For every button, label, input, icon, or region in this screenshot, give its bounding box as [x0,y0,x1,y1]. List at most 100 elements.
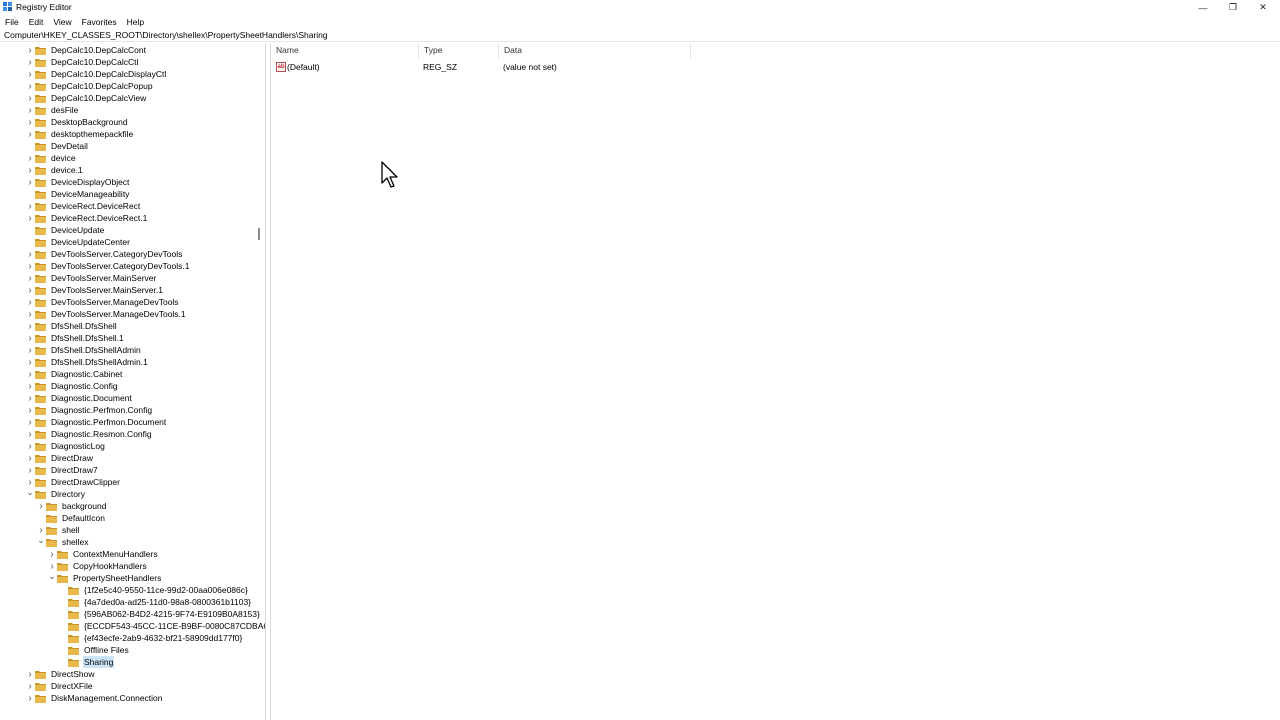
minimize-button[interactable]: — [1188,0,1218,15]
tree-item[interactable]: Sharing [58,656,115,668]
tree-item[interactable]: DevDetail [25,140,89,152]
menu-help[interactable]: Help [122,15,149,29]
column-header-data[interactable]: Data [499,43,691,58]
address-bar[interactable]: Computer\HKEY_CLASSES_ROOT\Directory\she… [0,30,1280,42]
tree-item[interactable]: › DesktopBackground [25,116,129,128]
tree-item[interactable]: › DepCalc10.DepCalcView [25,92,147,104]
chevron-down-icon[interactable]: ⌄ [36,534,46,546]
menu-view[interactable]: View [48,15,76,29]
tree-item[interactable]: › DeviceRect.DeviceRect [25,200,141,212]
chevron-right-icon[interactable]: › [25,668,35,680]
tree-item[interactable]: › ContextMenuHandlers [47,548,159,560]
chevron-right-icon[interactable]: › [25,152,35,164]
chevron-right-icon[interactable]: › [25,428,35,440]
chevron-right-icon[interactable]: › [25,332,35,344]
tree-item[interactable]: › DevToolsServer.MainServer.1 [25,284,164,296]
column-header-type[interactable]: Type [419,43,499,58]
tree-item[interactable]: › DfsShell.DfsShellAdmin.1 [25,356,149,368]
menu-edit[interactable]: Edit [24,15,49,29]
tree-vertical-scrollbar-thumb[interactable] [258,228,260,240]
tree-item[interactable]: › DiagnosticLog [25,440,106,452]
chevron-right-icon[interactable]: › [25,680,35,692]
chevron-right-icon[interactable]: › [25,404,35,416]
chevron-right-icon[interactable]: › [25,368,35,380]
chevron-right-icon[interactable]: › [25,320,35,332]
tree-item[interactable]: › DirectDraw [25,452,94,464]
tree-item[interactable]: › background [36,500,107,512]
key-tree-pane[interactable]: › DepCalc10.DepCalcCont › DepCalc10.DepCalc… [0,43,266,720]
chevron-right-icon[interactable]: › [25,452,35,464]
chevron-down-icon[interactable]: ⌄ [47,570,57,582]
chevron-right-icon[interactable]: › [25,92,35,104]
tree-item[interactable]: › device [25,152,77,164]
tree-item[interactable]: › DevToolsServer.ManageDevTools.1 [25,308,187,320]
tree-item[interactable]: › DevToolsServer.CategoryDevTools [25,248,183,260]
chevron-right-icon[interactable]: › [25,68,35,80]
tree-item[interactable]: › DirectDraw7 [25,464,99,476]
tree-item[interactable]: › DiskManagement.Connection [25,692,164,704]
tree-item[interactable]: › Diagnostic.Perfmon.Document [25,416,167,428]
tree-item[interactable]: › Diagnostic.Document [25,392,133,404]
tree-item[interactable]: › Diagnostic.Perfmon.Config [25,404,153,416]
chevron-down-icon[interactable]: ⌄ [25,486,35,498]
tree-item[interactable]: › DfsShell.DfsShell [25,320,118,332]
close-button[interactable]: ✕ [1248,0,1278,15]
tree-item[interactable]: DefaultIcon [36,512,106,524]
tree-item[interactable]: ⌄ shellex [36,534,89,548]
tree-item[interactable]: › device.1 [25,164,84,176]
tree-item[interactable]: › DepCalc10.DepCalcPopup [25,80,154,92]
chevron-right-icon[interactable]: › [25,128,35,140]
tree-item[interactable]: › DfsShell.DfsShell.1 [25,332,125,344]
chevron-right-icon[interactable]: › [25,176,35,188]
chevron-right-icon[interactable]: › [36,500,46,512]
value-row[interactable]: ab (Default) REG_SZ (value not set) [271,61,691,73]
tree-item[interactable]: › Diagnostic.Resmon.Config [25,428,153,440]
tree-item[interactable]: {ef43ecfe-2ab9-4632-bf21-58909dd177f0} [58,632,243,644]
tree-item[interactable]: DeviceUpdate [25,224,105,236]
chevron-right-icon[interactable]: › [25,164,35,176]
tree-item[interactable]: › desFile [25,104,79,116]
tree-item[interactable]: › DeviceRect.DeviceRect.1 [25,212,148,224]
tree-item[interactable]: › DepCalc10.DepCalcDisplayCtl [25,68,167,80]
chevron-right-icon[interactable]: › [25,116,35,128]
chevron-right-icon[interactable]: › [25,284,35,296]
chevron-right-icon[interactable]: › [25,464,35,476]
tree-item[interactable]: {1f2e5c40-9550-11ce-99d2-00aa006e086c} [58,584,249,596]
chevron-right-icon[interactable]: › [25,440,35,452]
values-list-pane[interactable]: Name Type Data ab (Default) REG_SZ (valu… [270,43,1280,720]
chevron-right-icon[interactable]: › [25,344,35,356]
tree-item[interactable]: › DfsShell.DfsShellAdmin [25,344,142,356]
chevron-right-icon[interactable]: › [47,548,57,560]
tree-item[interactable]: › Diagnostic.Cabinet [25,368,123,380]
chevron-right-icon[interactable]: › [25,272,35,284]
tree-item[interactable]: ⌄ PropertySheetHandlers [47,570,162,584]
chevron-right-icon[interactable]: › [25,212,35,224]
tree-item[interactable]: › DirectShow [25,668,95,680]
tree-item[interactable]: › Diagnostic.Config [25,380,119,392]
chevron-right-icon[interactable]: › [25,80,35,92]
address-path[interactable]: Computer\HKEY_CLASSES_ROOT\Directory\she… [4,30,328,41]
chevron-right-icon[interactable]: › [25,308,35,320]
tree-item[interactable]: {4a7ded0a-ad25-11d0-98a8-0800361b1103} [58,596,252,608]
tree-item[interactable]: Offline Files [58,644,130,656]
column-header-name[interactable]: Name [271,43,419,58]
tree-item[interactable]: › DirectXFile [25,680,94,692]
chevron-right-icon[interactable]: › [25,260,35,272]
maximize-button[interactable]: ❐ [1218,0,1248,15]
tree-item[interactable]: {ECCDF543-45CC-11CE-B9BF-0080C87CDBA6} [58,620,265,632]
chevron-right-icon[interactable]: › [25,392,35,404]
tree-item[interactable]: {596AB062-B4D2-4215-9F74-E9109B0A8153} [58,608,261,620]
chevron-right-icon[interactable]: › [25,104,35,116]
chevron-right-icon[interactable]: › [25,44,35,56]
chevron-right-icon[interactable]: › [25,56,35,68]
menu-file[interactable]: File [0,15,24,29]
tree-item[interactable]: › DepCalc10.DepCalcCont [25,44,147,56]
tree-item[interactable]: › CopyHookHandlers [47,560,148,572]
chevron-right-icon[interactable]: › [25,296,35,308]
tree-item[interactable]: DeviceUpdateCenter [25,236,131,248]
chevron-right-icon[interactable]: › [25,416,35,428]
chevron-right-icon[interactable]: › [25,200,35,212]
tree-item[interactable]: ⌄ Directory [25,486,86,500]
chevron-right-icon[interactable]: › [25,356,35,368]
tree-item[interactable]: › DeviceDisplayObject [25,176,130,188]
